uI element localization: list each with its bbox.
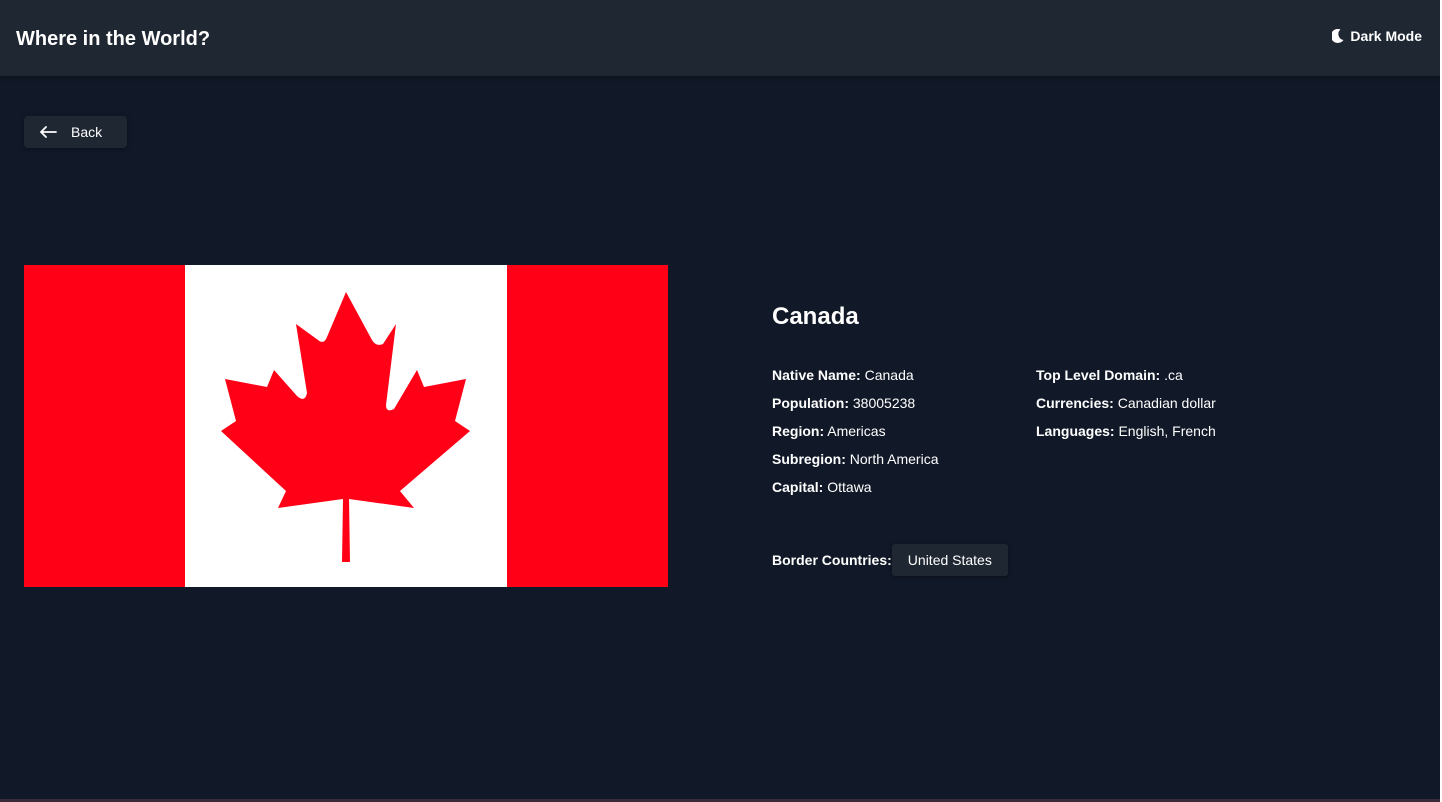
details-left-column: Native Name: Canada Population: 38005238… [772,364,938,504]
dark-mode-toggle[interactable]: Dark Mode [1332,28,1422,44]
top-level-domain-row: Top Level Domain: .ca [1036,364,1216,392]
detail-value: .ca [1164,367,1183,383]
detail-value: Canadian dollar [1117,395,1216,411]
detail-label: Native Name: [772,367,861,383]
detail-value: Canada [864,367,914,383]
dark-mode-label: Dark Mode [1350,28,1422,44]
arrow-left-icon [40,126,57,138]
app-title: Where in the World? [16,28,211,50]
detail-label: Population: [772,395,849,411]
detail-value: North America [849,451,939,467]
detail-label: Subregion: [772,451,846,467]
border-countries: Border Countries: United States [772,544,1008,576]
detail-value: Ottawa [827,479,872,495]
app-header: Where in the World? Dark Mode [0,0,1440,76]
detail-label: Currencies: [1036,395,1114,411]
detail-value: Americas [827,423,886,439]
capital-row: Capital: Ottawa [772,476,938,504]
detail-label: Languages: [1036,423,1115,439]
subregion-row: Subregion: North America [772,448,938,476]
moon-icon [1332,29,1344,43]
border-country-button[interactable]: United States [891,544,1008,576]
detail-label: Capital: [772,479,824,495]
border-countries-label: Border Countries: [772,552,892,568]
details-right-column: Top Level Domain: .ca Currencies: Canadi… [1036,364,1216,448]
region-row: Region: Americas [772,420,938,448]
back-button[interactable]: Back [24,116,127,148]
population-row: Population: 38005238 [772,392,938,420]
native-name-row: Native Name: Canada [772,364,938,392]
country-name: Canada [772,303,859,330]
detail-label: Top Level Domain: [1036,367,1161,383]
languages-row: Languages: English, French [1036,420,1216,448]
detail-value: English, French [1118,423,1216,439]
detail-value: 38005238 [852,395,916,411]
back-label: Back [71,124,103,140]
detail-label: Region: [772,423,825,439]
canada-flag [24,265,668,587]
currencies-row: Currencies: Canadian dollar [1036,392,1216,420]
